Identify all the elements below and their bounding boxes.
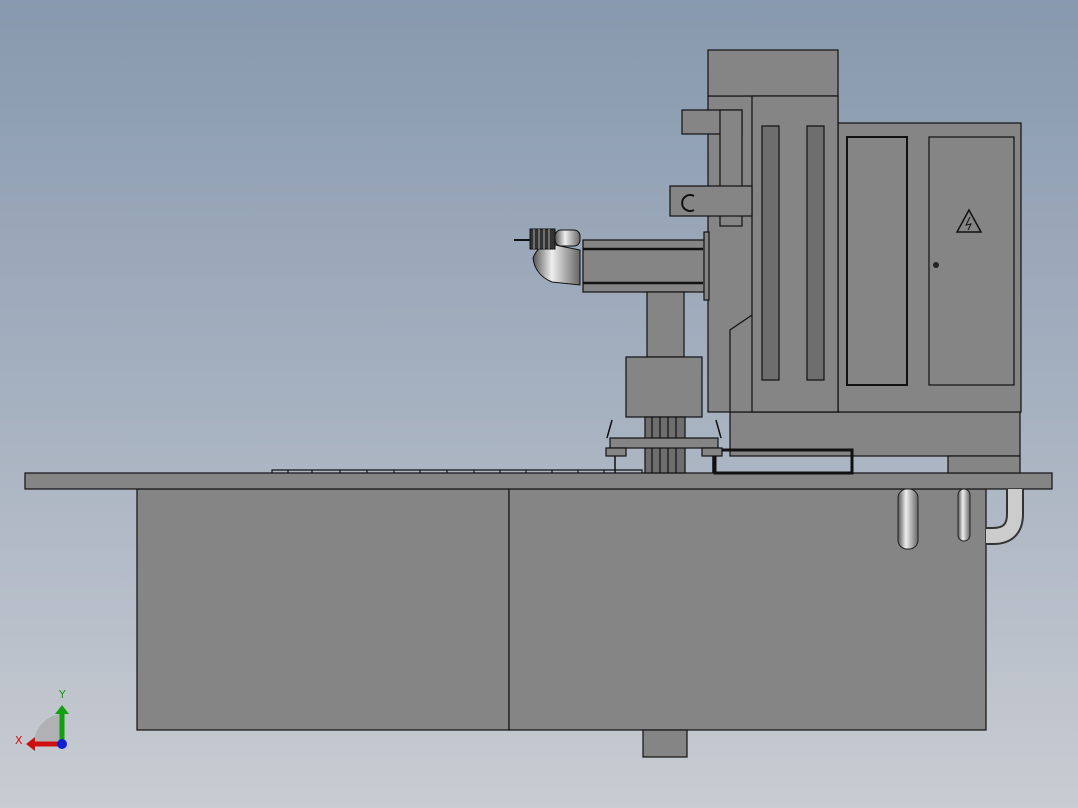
base-cabinet-left (136, 488, 510, 731)
door-lock-icon[interactable] (933, 262, 939, 268)
slide-housing (625, 356, 703, 418)
column-top (707, 49, 839, 97)
base-step (947, 455, 1021, 474)
spindle-head (514, 228, 581, 286)
column-slot-1 (761, 125, 780, 381)
column-slot-2 (806, 125, 825, 381)
cad-viewport[interactable]: Y X (0, 0, 1078, 808)
slide-plate (609, 437, 719, 449)
table-top (24, 472, 1053, 490)
z-axis-dot (57, 739, 67, 749)
vertical-post (646, 291, 685, 358)
axis-triad[interactable]: Y X (15, 688, 69, 751)
machine-model[interactable] (24, 49, 1053, 758)
base-foot (642, 729, 688, 758)
cabinet-door-left[interactable] (846, 136, 908, 386)
cabinet-door-right[interactable] (928, 136, 1015, 386)
x-axis-label: X (15, 734, 23, 747)
triad-plane (33, 714, 62, 744)
y-axis-label: Y (58, 688, 66, 701)
